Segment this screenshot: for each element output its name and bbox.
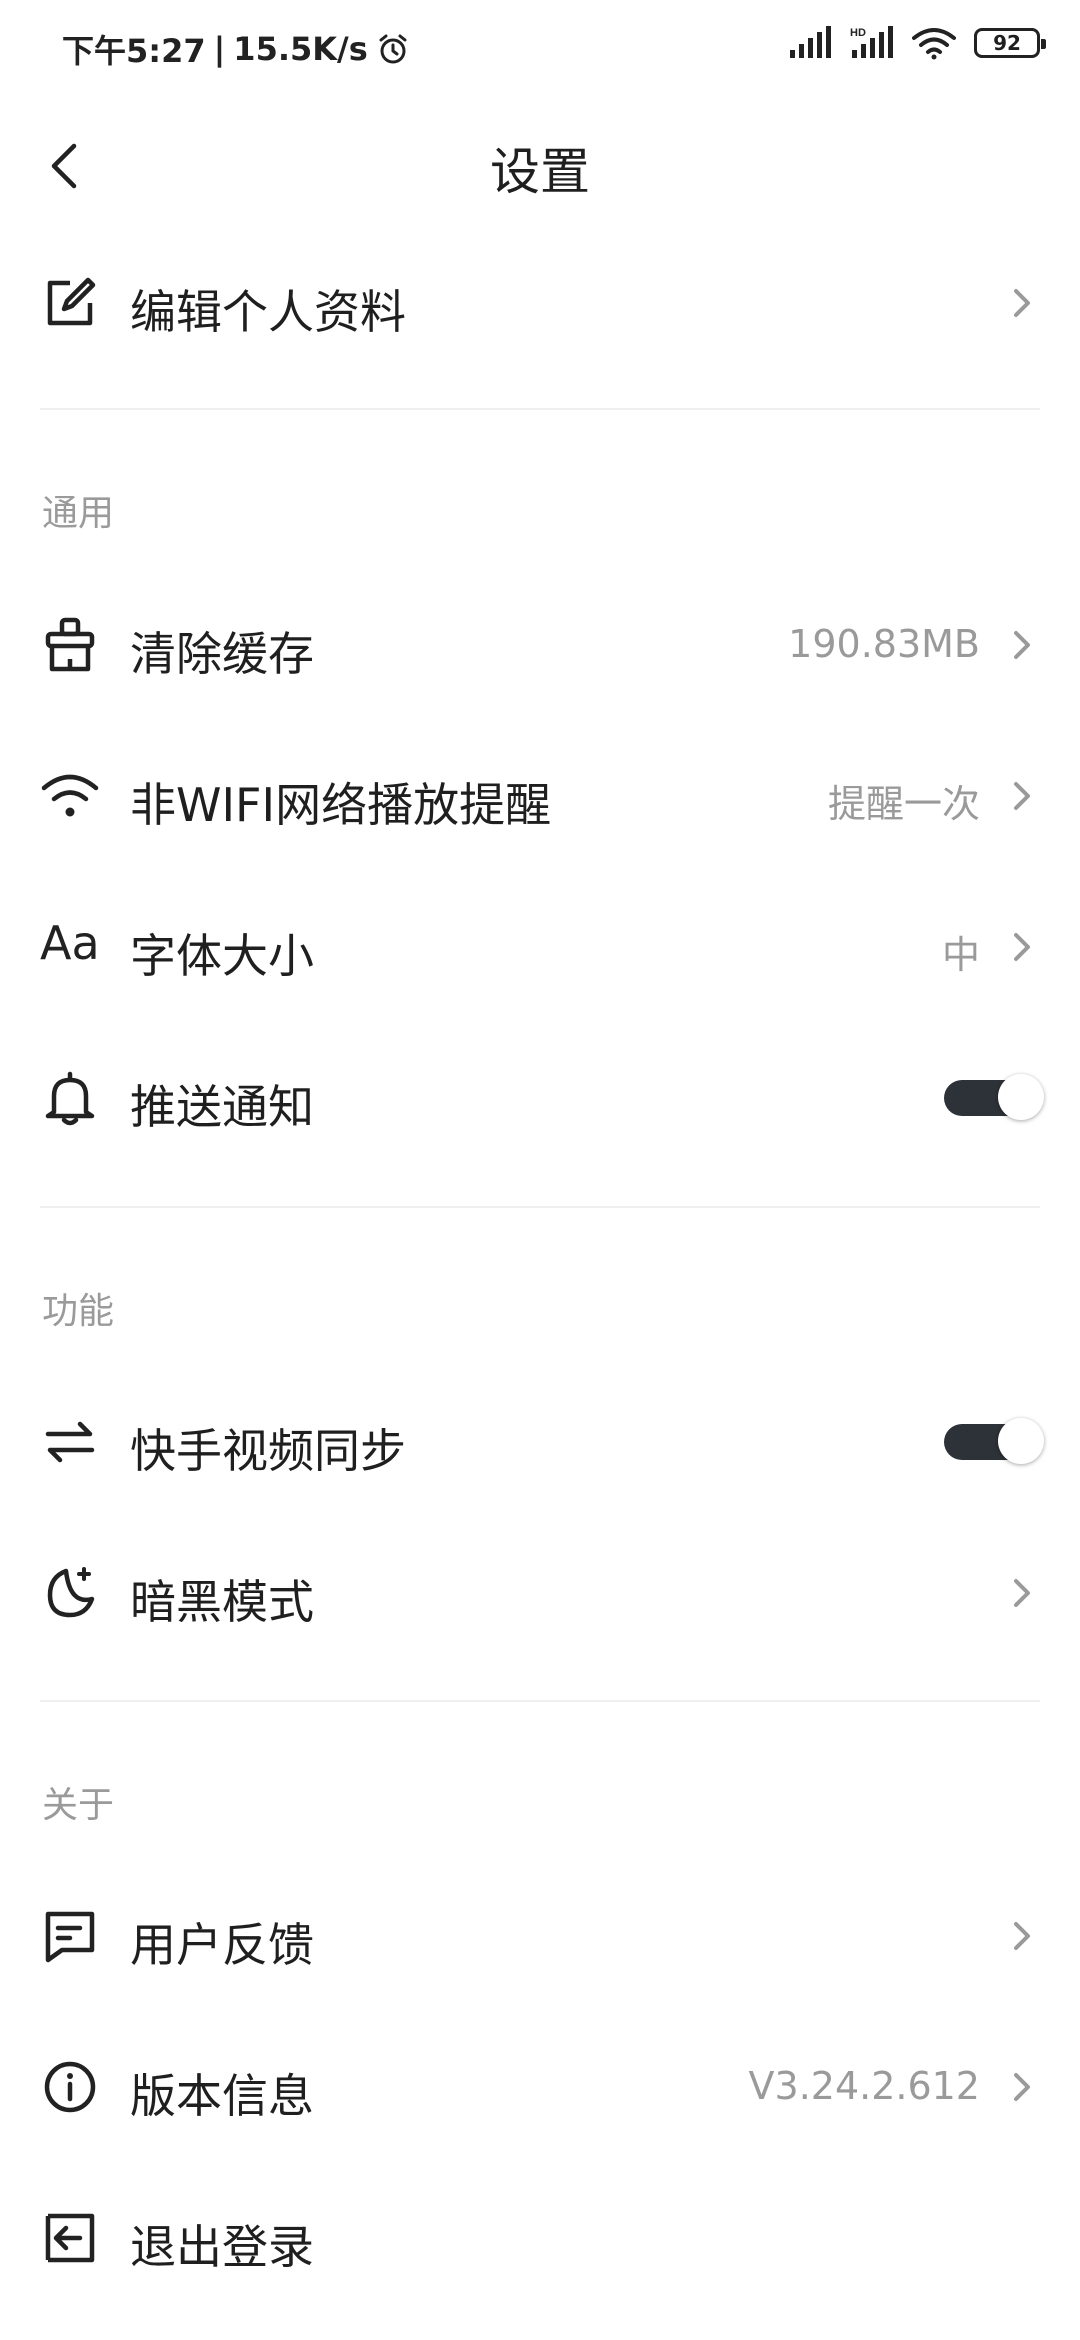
cache-size-value: 190.83MB [788,622,980,666]
logout-label: 退出登录 [130,2220,314,2274]
battery-level: 92 [993,31,1021,55]
non-wifi-label: 非WIFI网络播放提醒 [130,778,552,832]
feedback-icon [45,1911,95,1963]
section-title-general: 通用 [42,493,115,534]
status-left: 下午5:27 | 15.5K/s [62,26,410,72]
signal-hd-icon: HD [850,26,893,58]
chevron-right-icon [1014,782,1030,810]
section-title-features: 功能 [42,1291,115,1332]
status-right: HD 92 [788,26,1046,60]
status-time: 下午5:27 [62,32,206,70]
font-size-row[interactable]: Aa 字体大小 中 [0,872,1080,1022]
dark-mode-label: 暗黑模式 [130,1575,314,1629]
version-info-label: 版本信息 [130,2069,314,2123]
toggle-knob [998,1074,1044,1120]
feedback-row[interactable]: 用户反馈 [0,1861,1080,2011]
kuaishou-sync-toggle[interactable] [944,1418,1044,1464]
clear-cache-row[interactable]: 清除缓存 190.83MB [0,570,1080,720]
chevron-right-icon [1014,2073,1030,2101]
logout-icon [45,2213,95,2263]
network-speed: 15.5K/s [233,30,368,68]
svg-text:HD: HD [850,27,866,39]
chevron-right-icon [1014,1922,1030,1950]
edit-icon [47,277,96,326]
chevron-right-icon [1014,289,1030,317]
battery-indicator: 92 [974,28,1046,58]
feedback-label: 用户反馈 [130,1918,314,1972]
chevron-right-icon [1014,1579,1030,1607]
signal-icon [790,26,831,58]
edit-profile-label: 编辑个人资料 [130,285,406,339]
kuaishou-sync-label: 快手视频同步 [130,1424,406,1478]
non-wifi-value: 提醒一次 [827,782,980,826]
kuaishou-sync-row: 快手视频同步 [0,1367,1080,1517]
font-size-icon: Aa [40,916,100,970]
push-notification-label: 推送通知 [130,1080,314,1134]
font-size-label: 字体大小 [130,929,314,983]
version-value: V3.24.2.612 [748,2064,980,2108]
logout-row[interactable]: 退出登录 [0,2163,1080,2313]
clear-cache-label: 清除缓存 [130,627,314,681]
section-title-about: 关于 [42,1785,115,1826]
push-notification-row: 推送通知 [0,1023,1080,1173]
divider [40,408,1040,410]
font-size-value: 中 [941,933,980,977]
chevron-right-icon [1014,631,1030,659]
toggle-knob [998,1418,1044,1464]
edit-profile-row[interactable]: 编辑个人资料 [0,228,1080,378]
alarm-icon [379,34,407,64]
non-wifi-reminder-row[interactable]: 非WIFI网络播放提醒 提醒一次 [0,721,1080,871]
chevron-right-icon [1014,933,1030,961]
dark-mode-row[interactable]: 暗黑模式 [0,1518,1080,1668]
page-title: 设置 [490,143,590,201]
status-bar: 下午5:27 | 15.5K/s HD 92 [0,0,1080,96]
broom-icon [45,617,95,672]
version-info-row[interactable]: 版本信息 V3.24.2.612 [0,2012,1080,2162]
bell-icon [45,1071,95,1126]
divider [40,1700,1040,1702]
push-notification-toggle[interactable] [944,1074,1044,1120]
moon-icon [47,1567,95,1618]
divider [40,1206,1040,1208]
sync-arrows-icon [45,1421,95,1463]
wifi-icon [912,28,956,60]
top-app-bar: 设置 [0,96,1080,236]
wifi-icon [41,774,99,817]
info-icon [44,2061,96,2113]
